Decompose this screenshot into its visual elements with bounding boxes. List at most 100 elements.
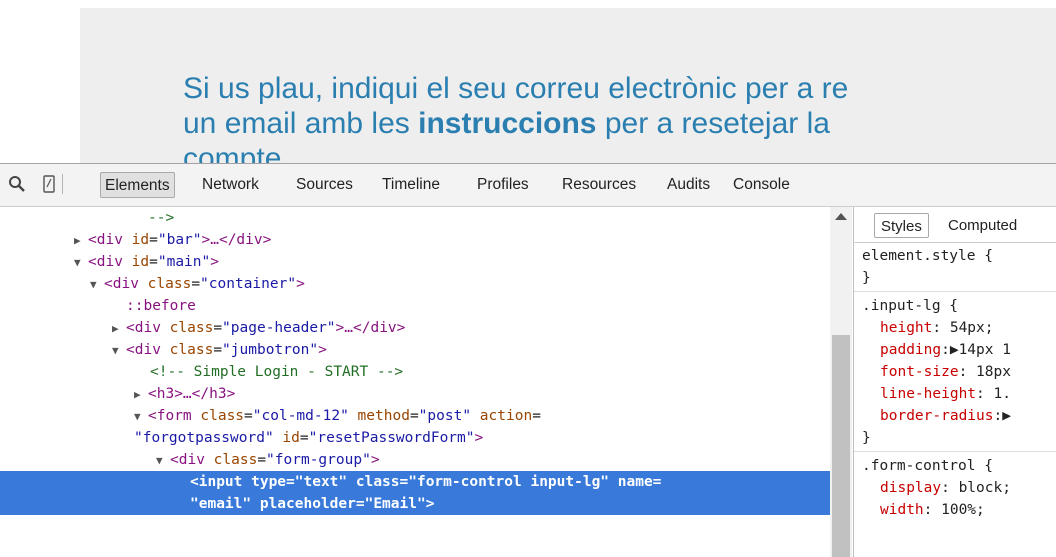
expand-triangle-icon[interactable]: ▶ <box>112 318 126 340</box>
style-property[interactable]: width: 100%; <box>880 499 985 521</box>
tag: >…</div> <box>335 320 406 336</box>
style-rule-selector[interactable]: .form-control { <box>862 455 993 477</box>
collapse-triangle-icon[interactable]: ▼ <box>134 406 148 428</box>
style-property[interactable]: height: 54px; <box>880 317 994 339</box>
page-preview: Si us plau, indiqui el seu correu electr… <box>0 0 1056 163</box>
tab-elements[interactable]: Elements <box>100 172 175 198</box>
tab-styles[interactable]: Styles <box>874 213 929 238</box>
devtools-toolbar: Elements Network Sources Timeline Profil… <box>0 163 1056 207</box>
style-property[interactable]: font-size: 18px <box>880 361 1011 383</box>
scrollbar-thumb[interactable] <box>832 335 850 557</box>
rule-divider <box>854 451 1056 452</box>
tag: > <box>370 452 380 468</box>
tree-row[interactable]: ▶ <h3>…</h3> <box>134 383 235 405</box>
attr-value: "container" <box>200 276 297 292</box>
tree-row[interactable]: ▶ <div class="page-header">…</div> <box>112 317 405 339</box>
attr-name: id <box>131 254 150 270</box>
property-value: : 54px; <box>932 320 994 336</box>
styles-tabs: Styles Computed <box>854 207 1056 243</box>
attr-value: "resetPasswordForm" <box>308 430 475 446</box>
selected-row-line1: <input type="text" class="form-control i… <box>190 474 662 490</box>
style-rule-selector[interactable]: element.style { <box>862 245 993 267</box>
tag: >…</div> <box>201 232 272 248</box>
tree-row[interactable]: <!-- Simple Login - START --> <box>150 361 403 383</box>
property-name: font-size <box>880 364 959 380</box>
tag: <h3>…</h3> <box>148 386 236 402</box>
tag: <div <box>170 452 214 468</box>
tree-row[interactable]: --> <box>148 207 174 229</box>
instructions-text-line2: un email amb les instruccions per a rese… <box>183 107 830 141</box>
property-name: display <box>880 480 942 496</box>
tab-profiles[interactable]: Profiles <box>473 172 533 198</box>
style-property[interactable]: line-height: 1. <box>880 383 1011 405</box>
property-value: :▶14px 1 <box>941 342 1011 358</box>
tab-console[interactable]: Console <box>729 172 794 198</box>
styles-pane: Styles Computed element.style { } .input… <box>853 207 1056 557</box>
property-name: border-radius <box>880 408 994 424</box>
tree-row[interactable]: ▶ <div id="bar">…</div> <box>74 229 271 251</box>
selected-row-line2: "email" placeholder="Email"> <box>190 496 435 512</box>
collapse-triangle-icon[interactable]: ▼ <box>74 252 88 274</box>
tree-row[interactable]: ▼ <div class="jumbotron"> <box>112 339 327 361</box>
expand-triangle-icon[interactable]: ▶ <box>134 384 148 406</box>
tree-row[interactable]: ▼ <div class="form-group"> <box>156 449 380 471</box>
mobile-device-icon[interactable] <box>40 175 58 193</box>
tree-scrollbar[interactable] <box>830 207 852 557</box>
property-name: padding <box>880 342 942 358</box>
attr-name: class <box>169 320 214 336</box>
attr-name: class <box>213 452 258 468</box>
style-property[interactable]: padding:▶14px 1 <box>880 339 1011 361</box>
tab-network[interactable]: Network <box>198 172 263 198</box>
style-property[interactable]: border-radius:▶ <box>880 405 1011 427</box>
tree-row-selected[interactable]: "email" placeholder="Email"> <box>0 493 830 515</box>
tab-audits[interactable]: Audits <box>663 172 714 198</box>
attr-value: "main" <box>157 254 211 270</box>
property-name: height <box>880 320 933 336</box>
style-rule-close: } <box>862 270 871 286</box>
tree-row-selected[interactable]: <input type="text" class="form-control i… <box>0 471 830 493</box>
tag: <form <box>148 408 201 424</box>
tab-sources[interactable]: Sources <box>292 172 357 198</box>
tag: > <box>474 430 484 446</box>
rule-divider <box>854 291 1056 292</box>
toolbar-divider <box>62 174 63 194</box>
tree-row[interactable]: "forgotpassword" id="resetPasswordForm"> <box>134 427 483 449</box>
property-value: : 18px <box>958 364 1011 380</box>
property-value: :▶ <box>993 408 1011 424</box>
style-rule-close: } <box>862 430 871 446</box>
collapse-triangle-icon[interactable]: ▼ <box>112 340 126 362</box>
tree-row[interactable]: ▼ <div id="main"> <box>74 251 219 273</box>
attr-value: "post" <box>418 408 472 424</box>
tag: <div <box>88 254 132 270</box>
attr-value: "col-md-12" <box>252 408 349 424</box>
tag: > <box>210 254 219 270</box>
tab-resources[interactable]: Resources <box>558 172 640 198</box>
style-property[interactable]: display: block; <box>880 477 1011 499</box>
line2-text-a: un email amb les <box>183 107 419 140</box>
tree-row[interactable]: ▼ <div class="container"> <box>90 273 305 295</box>
property-name: width <box>880 502 924 518</box>
property-name: line-height <box>880 386 977 402</box>
tag: <div <box>126 342 170 358</box>
collapse-triangle-icon[interactable]: ▼ <box>90 274 104 296</box>
search-icon[interactable] <box>8 175 26 193</box>
tag: > <box>318 342 327 358</box>
attr-name: class <box>169 342 214 358</box>
elements-tree: --> ▶ <div id="bar">…</div> ▼ <div id="mai… <box>0 207 830 557</box>
attr-name: class <box>200 408 245 424</box>
collapse-triangle-icon[interactable]: ▼ <box>156 450 170 472</box>
attr-name: id <box>131 232 150 248</box>
scroll-up-arrow-icon[interactable] <box>835 213 847 220</box>
tab-timeline[interactable]: Timeline <box>378 172 444 198</box>
attr-name: method <box>357 408 410 424</box>
attr-value: "form-group" <box>266 452 371 468</box>
style-rule-selector[interactable]: .input-lg { <box>862 295 958 317</box>
instructions-text-line3: compte <box>183 142 282 163</box>
tree-row[interactable]: ::before <box>126 295 196 317</box>
attr-value: "page-header" <box>222 320 336 336</box>
tab-computed[interactable]: Computed <box>942 213 1023 238</box>
line2-text-b: per a resetejar la <box>596 107 830 140</box>
expand-triangle-icon[interactable]: ▶ <box>74 230 88 252</box>
property-value: : 100%; <box>923 502 985 518</box>
tree-row[interactable]: ▼ <form class="col-md-12" method="post" a… <box>134 405 541 427</box>
